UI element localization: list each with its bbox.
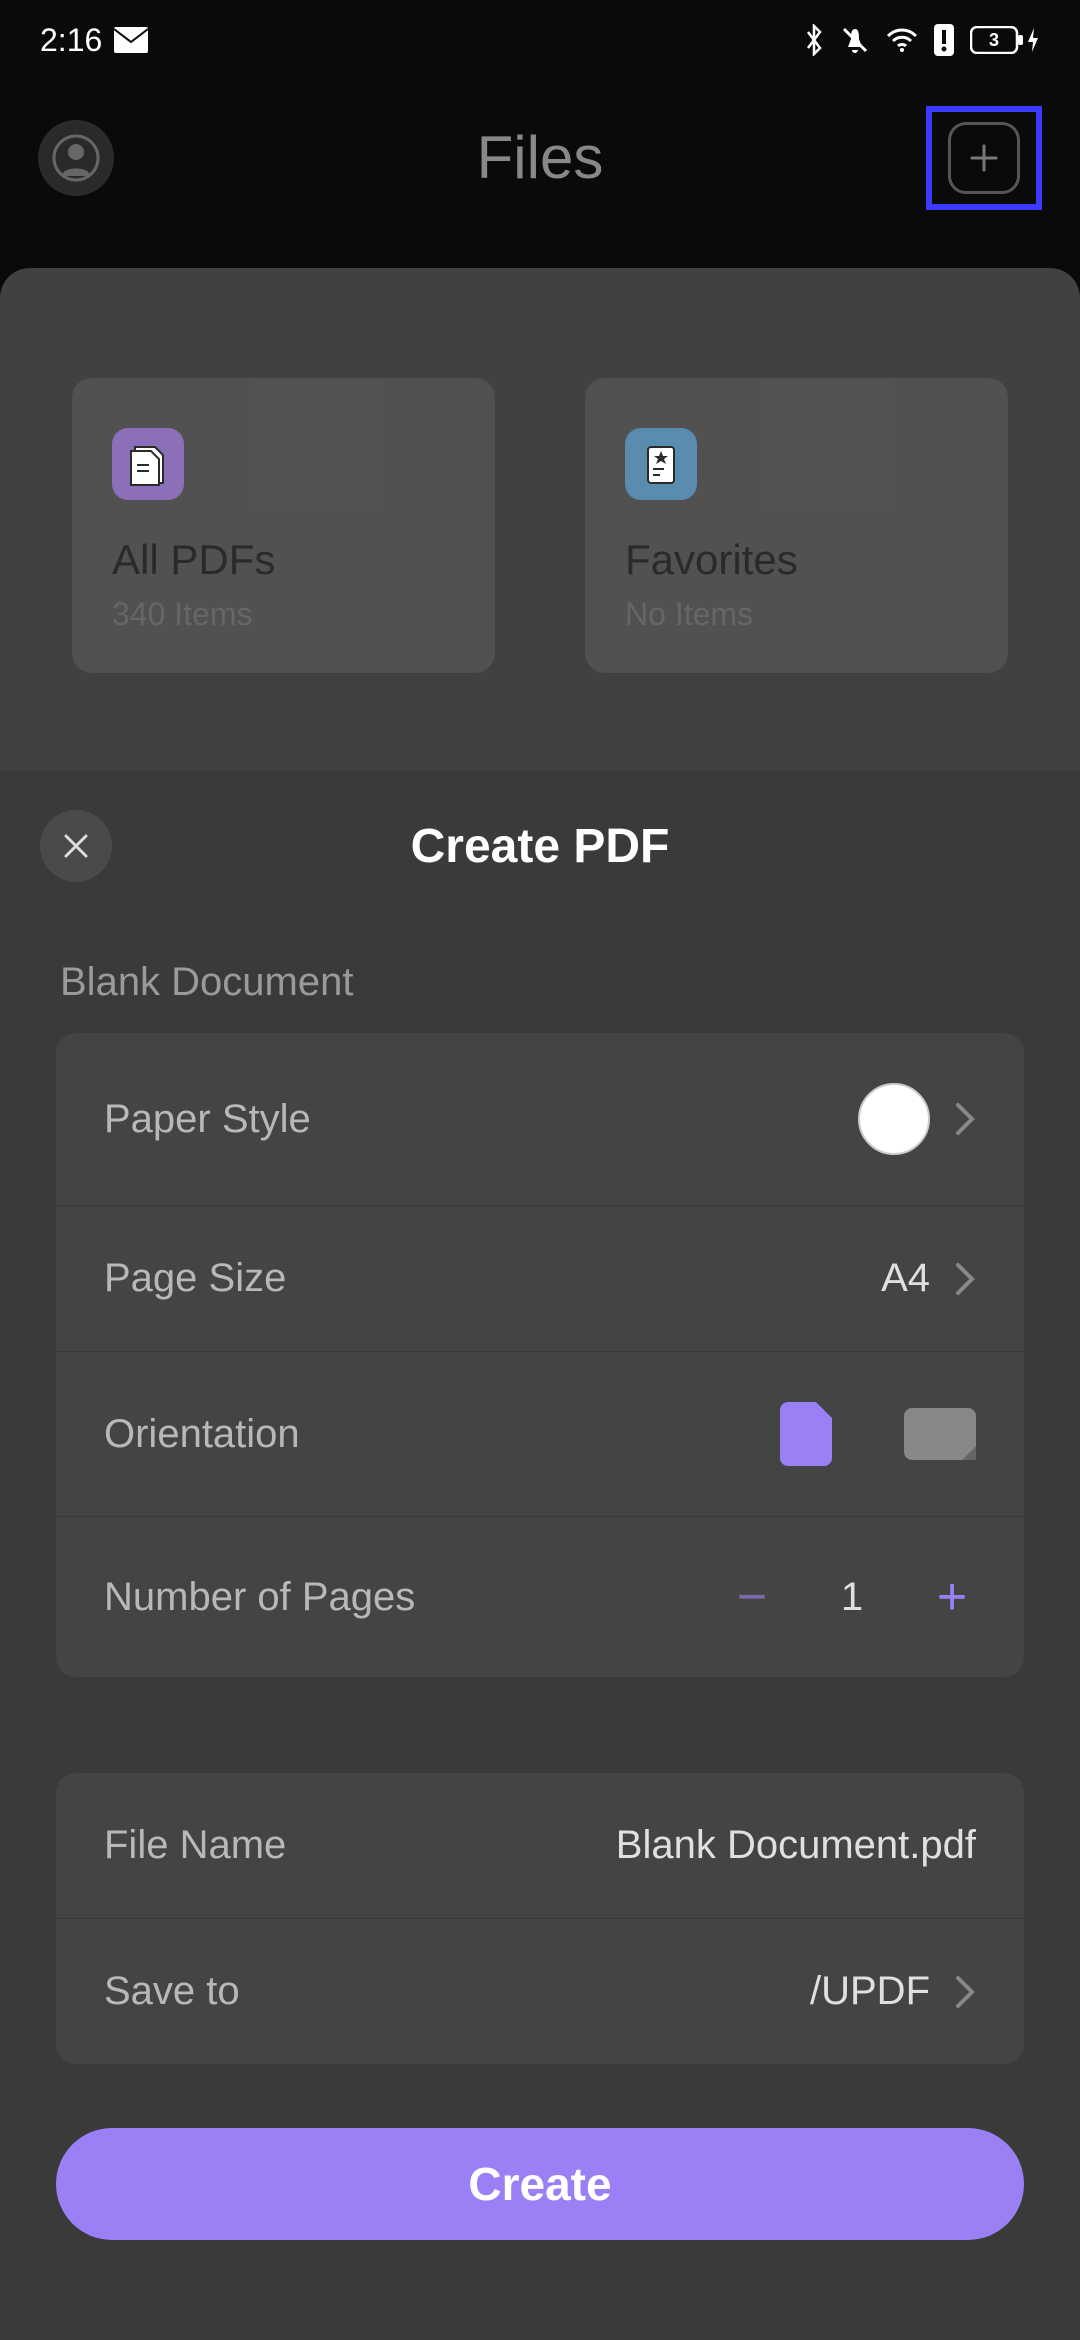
profile-button[interactable] [38, 120, 114, 196]
page-size-value: A4 [881, 1256, 930, 1301]
save-to-value: /UPDF [810, 1969, 930, 2014]
card-title: Favorites [625, 536, 968, 584]
card-subtitle: No Items [625, 596, 968, 633]
page-title: Files [477, 123, 604, 192]
app-header: Files [0, 80, 1080, 235]
chevron-right-icon [954, 1101, 976, 1137]
battery-icon: 3 [970, 26, 1040, 54]
row-label: Save to [104, 1969, 240, 2014]
chevron-right-icon [954, 1974, 976, 2010]
orientation-row: Orientation [56, 1352, 1024, 1517]
file-name-row[interactable]: File Name Blank Document.pdf [56, 1773, 1024, 1919]
chevron-right-icon [954, 1261, 976, 1297]
file-name-value: Blank Document.pdf [616, 1823, 976, 1868]
mail-icon [114, 27, 148, 53]
decrement-button[interactable]: − [728, 1567, 776, 1627]
page-size-row[interactable]: Page Size A4 [56, 1206, 1024, 1352]
add-button-highlight [926, 106, 1042, 210]
card-subtitle: 340 Items [112, 596, 455, 633]
paper-style-row[interactable]: Paper Style [56, 1033, 1024, 1206]
favorites-card[interactable]: Favorites No Items [585, 378, 1008, 673]
status-time: 2:16 [40, 22, 102, 59]
svg-text:3: 3 [989, 30, 999, 50]
status-bar: 2:16 3 [0, 0, 1080, 80]
all-pdfs-card[interactable]: All PDFs 340 Items [72, 378, 495, 673]
mute-icon [840, 25, 870, 55]
file-settings-group: File Name Blank Document.pdf Save to /UP… [56, 1773, 1024, 2064]
alert-icon [934, 24, 954, 56]
num-pages-value: 1 [832, 1575, 872, 1620]
bluetooth-icon [804, 24, 824, 56]
orientation-landscape-button[interactable] [904, 1408, 976, 1460]
close-button[interactable] [40, 810, 112, 882]
row-label: Number of Pages [104, 1575, 415, 1620]
avatar-icon [52, 134, 100, 182]
sheet-title: Create PDF [411, 819, 670, 874]
add-button[interactable] [948, 122, 1020, 194]
increment-button[interactable]: + [928, 1567, 976, 1627]
row-label: Orientation [104, 1412, 300, 1457]
favorites-icon [625, 428, 697, 500]
create-button[interactable]: Create [56, 2128, 1024, 2240]
plus-icon [964, 138, 1004, 178]
card-title: All PDFs [112, 536, 455, 584]
create-pdf-sheet: Create PDF Blank Document Paper Style Pa… [0, 770, 1080, 2340]
row-label: Paper Style [104, 1097, 311, 1142]
pdf-folder-icon [112, 428, 184, 500]
document-settings-group: Paper Style Page Size A4 Orientation Num… [56, 1033, 1024, 1677]
row-label: Page Size [104, 1256, 286, 1301]
orientation-portrait-button[interactable] [780, 1402, 832, 1466]
paper-style-swatch [858, 1083, 930, 1155]
section-label: Blank Document [0, 886, 1080, 1033]
close-icon [58, 828, 94, 864]
row-label: File Name [104, 1823, 286, 1868]
folder-cards: All PDFs 340 Items Favorites No Items [72, 378, 1008, 673]
save-to-row[interactable]: Save to /UPDF [56, 1919, 1024, 2064]
wifi-icon [886, 28, 918, 52]
num-pages-row: Number of Pages − 1 + [56, 1517, 1024, 1677]
